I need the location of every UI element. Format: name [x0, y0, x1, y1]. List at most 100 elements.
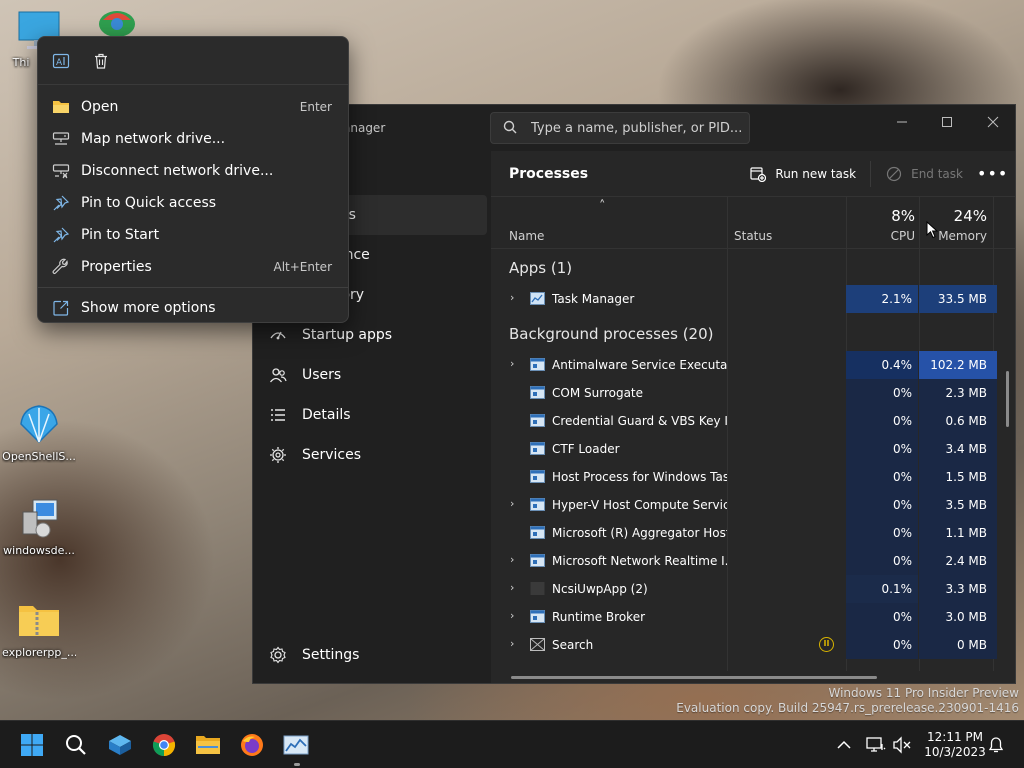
process-list: Apps (1) › Task Manager 2.1% 33.5 MB Bac…	[491, 251, 1001, 659]
sidebar-item-details[interactable]: Details	[253, 395, 489, 435]
menu-item-properties[interactable]: Properties Alt+Enter	[38, 251, 348, 283]
zip-folder-icon	[17, 598, 61, 642]
sidebar-item-label: Details	[302, 407, 351, 423]
system-clock[interactable]: 12:11 PM 10/3/2023	[920, 730, 990, 760]
taskbar-app-firefox[interactable]	[236, 729, 268, 761]
chevron-right-icon[interactable]: ›	[510, 357, 520, 371]
column-cpu[interactable]: CPU	[869, 229, 915, 243]
users-icon	[268, 365, 288, 385]
process-cpu: 2.1%	[846, 285, 918, 313]
process-memory: 102.2 MB	[919, 351, 997, 379]
close-icon	[987, 116, 999, 128]
details-icon	[268, 405, 288, 425]
table-row[interactable]: › Search II 0% 0 MB	[491, 631, 1001, 659]
process-memory: 0.6 MB	[919, 407, 997, 435]
table-row[interactable]: › Hyper-V Host Compute Service 0% 3.5 MB	[491, 491, 1001, 519]
rename-icon[interactable]: A	[52, 52, 70, 70]
maximize-icon	[942, 117, 952, 127]
process-name: Microsoft Network Realtime I...	[552, 554, 727, 568]
process-name: NcsiUwpApp (2)	[552, 582, 648, 596]
run-new-task-button[interactable]: Run new task	[749, 165, 856, 183]
start-button[interactable]	[16, 729, 48, 761]
settings-nav-item[interactable]: Settings	[253, 635, 489, 675]
chevron-right-icon[interactable]: ›	[510, 497, 520, 511]
installer-icon	[17, 496, 61, 540]
table-row[interactable]: Credential Guard & VBS Key Is... 0% 0.6 MB	[491, 407, 1001, 435]
maximize-button[interactable]	[925, 109, 969, 135]
table-row[interactable]: CTF Loader 0% 3.4 MB	[491, 435, 1001, 463]
table-row[interactable]: › Antimalware Service Executable 0.4% 102.2…	[491, 351, 1001, 379]
process-name: COM Surrogate	[552, 386, 644, 400]
menu-item-shortcut: Alt+Enter	[273, 260, 332, 274]
process-memory: 0 MB	[919, 631, 997, 659]
menu-separator	[38, 287, 348, 288]
taskbar-app-package[interactable]	[104, 729, 136, 761]
network-status-button[interactable]	[866, 735, 886, 755]
process-cpu: 0.4%	[846, 351, 918, 379]
menu-item-disconnect-network-drive[interactable]: Disconnect network drive...	[38, 155, 348, 187]
search-app-icon	[530, 638, 545, 651]
volume-button[interactable]	[892, 735, 912, 755]
end-task-button[interactable]: End task	[885, 165, 963, 183]
more-options-button[interactable]: •••	[977, 164, 1007, 183]
chevron-right-icon[interactable]: ›	[510, 581, 520, 595]
desktop-icon-label: OpenShellS...	[2, 450, 76, 463]
column-name[interactable]: Name	[509, 229, 544, 243]
desktop-icon-explorerpp[interactable]: explorerpp_...	[2, 598, 76, 659]
taskbar-app-chrome[interactable]	[148, 729, 180, 761]
sidebar-item-services[interactable]: Services	[253, 435, 489, 475]
notification-center-button[interactable]	[986, 735, 1006, 755]
process-window-icon	[530, 414, 545, 427]
process-window-icon	[530, 526, 545, 539]
table-row[interactable]: › NcsiUwpApp (2) 0.1% 3.3 MB	[491, 575, 1001, 603]
process-memory: 2.4 MB	[919, 547, 997, 575]
taskbar-app-task-manager[interactable]	[280, 729, 312, 761]
process-window-icon	[530, 470, 545, 483]
menu-item-label: Properties	[81, 259, 152, 275]
taskbar-app-file-explorer[interactable]	[192, 729, 224, 761]
process-memory: 3.4 MB	[919, 435, 997, 463]
table-row[interactable]: COM Surrogate 0% 2.3 MB	[491, 379, 1001, 407]
taskbar-search-button[interactable]	[60, 729, 92, 761]
folder-open-icon	[52, 98, 70, 116]
process-memory: 3.5 MB	[919, 491, 997, 519]
chrome-icon	[152, 734, 176, 757]
menu-item-pin-quick-access[interactable]: Pin to Quick access	[38, 187, 348, 219]
search-input[interactable]	[531, 120, 741, 136]
process-cpu: 0%	[846, 491, 918, 519]
chevron-right-icon[interactable]: ›	[510, 637, 520, 651]
desktop-icon-windowsdesktop[interactable]: windowsde...	[2, 496, 76, 557]
close-button[interactable]	[971, 109, 1015, 135]
menu-item-map-network-drive[interactable]: Map network drive...	[38, 123, 348, 155]
minimize-button[interactable]	[880, 109, 924, 135]
sidebar-item-users[interactable]: Users	[253, 355, 489, 395]
disconnect-drive-icon	[52, 162, 70, 180]
menu-item-show-more-options[interactable]: Show more options	[38, 292, 348, 324]
table-row[interactable]: Host Process for Windows Tasks 0% 1.5 MB	[491, 463, 1001, 491]
settings-label: Settings	[302, 647, 360, 663]
horizontal-scrollbar[interactable]	[511, 676, 877, 679]
vertical-scrollbar[interactable]	[1006, 371, 1009, 427]
search-box[interactable]	[490, 112, 750, 144]
column-status[interactable]: Status	[734, 229, 772, 243]
watermark-line-2: Evaluation copy. Build 25947.rs_prerelea…	[676, 701, 1019, 715]
file-explorer-icon	[196, 736, 220, 754]
running-indicator	[294, 763, 300, 766]
process-window-icon	[530, 386, 545, 399]
chevron-right-icon[interactable]: ›	[510, 291, 520, 305]
process-memory: 2.3 MB	[919, 379, 997, 407]
chevron-right-icon[interactable]: ›	[510, 609, 520, 623]
process-memory: 3.0 MB	[919, 603, 997, 631]
taskbar: 12:11 PM 10/3/2023	[0, 720, 1024, 768]
delete-icon[interactable]	[92, 52, 110, 70]
table-row[interactable]: › Microsoft Network Realtime I... 0% 2.4 MB	[491, 547, 1001, 575]
chevron-right-icon[interactable]: ›	[510, 553, 520, 567]
menu-item-pin-to-start[interactable]: Pin to Start	[38, 219, 348, 251]
table-row[interactable]: › Runtime Broker 0% 3.0 MB	[491, 603, 1001, 631]
desktop-icon-openshell[interactable]: OpenShellS...	[2, 402, 76, 463]
menu-item-open[interactable]: Open Enter	[38, 91, 348, 123]
table-row[interactable]: Microsoft (R) Aggregator Host 0% 1.1 MB	[491, 519, 1001, 547]
table-row[interactable]: › Task Manager 2.1% 33.5 MB	[491, 285, 1001, 313]
openshell-icon	[17, 402, 61, 446]
show-hidden-icons-button[interactable]	[834, 735, 854, 755]
